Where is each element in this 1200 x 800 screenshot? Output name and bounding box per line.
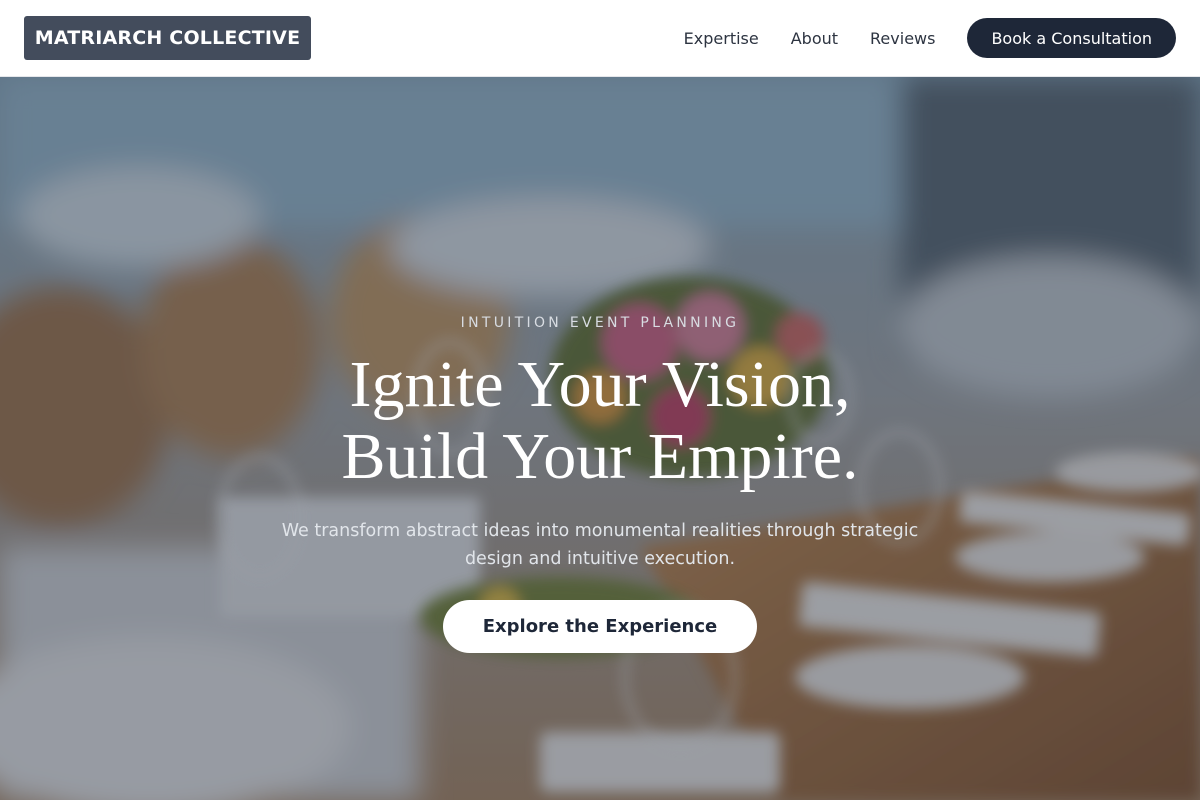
- nav-link-expertise[interactable]: Expertise: [684, 29, 759, 48]
- main-nav: Expertise About Reviews Book a Consultat…: [684, 18, 1176, 58]
- nav-link-reviews[interactable]: Reviews: [870, 29, 935, 48]
- site-header: MATRIARCH COLLECTIVE Expertise About Rev…: [0, 0, 1200, 77]
- hero-section: INTUITION EVENT PLANNING Ignite Your Vis…: [0, 77, 1200, 800]
- hero-headline-line-1: Ignite Your Vision,: [349, 348, 851, 421]
- book-consultation-button[interactable]: Book a Consultation: [967, 18, 1176, 58]
- hero-headline: Ignite Your Vision, Build Your Empire.: [0, 349, 1200, 493]
- explore-experience-button[interactable]: Explore the Experience: [443, 600, 757, 653]
- hero-subtext: We transform abstract ideas into monumen…: [281, 521, 919, 569]
- logo-text: MATRIARCH COLLECTIVE: [34, 27, 301, 49]
- logo[interactable]: MATRIARCH COLLECTIVE: [24, 16, 311, 60]
- nav-link-about[interactable]: About: [791, 29, 838, 48]
- hero-eyebrow: INTUITION EVENT PLANNING: [460, 315, 740, 331]
- hero-content: INTUITION EVENT PLANNING Ignite Your Vis…: [0, 77, 1200, 800]
- hero-headline-line-2: Build Your Empire.: [341, 420, 859, 493]
